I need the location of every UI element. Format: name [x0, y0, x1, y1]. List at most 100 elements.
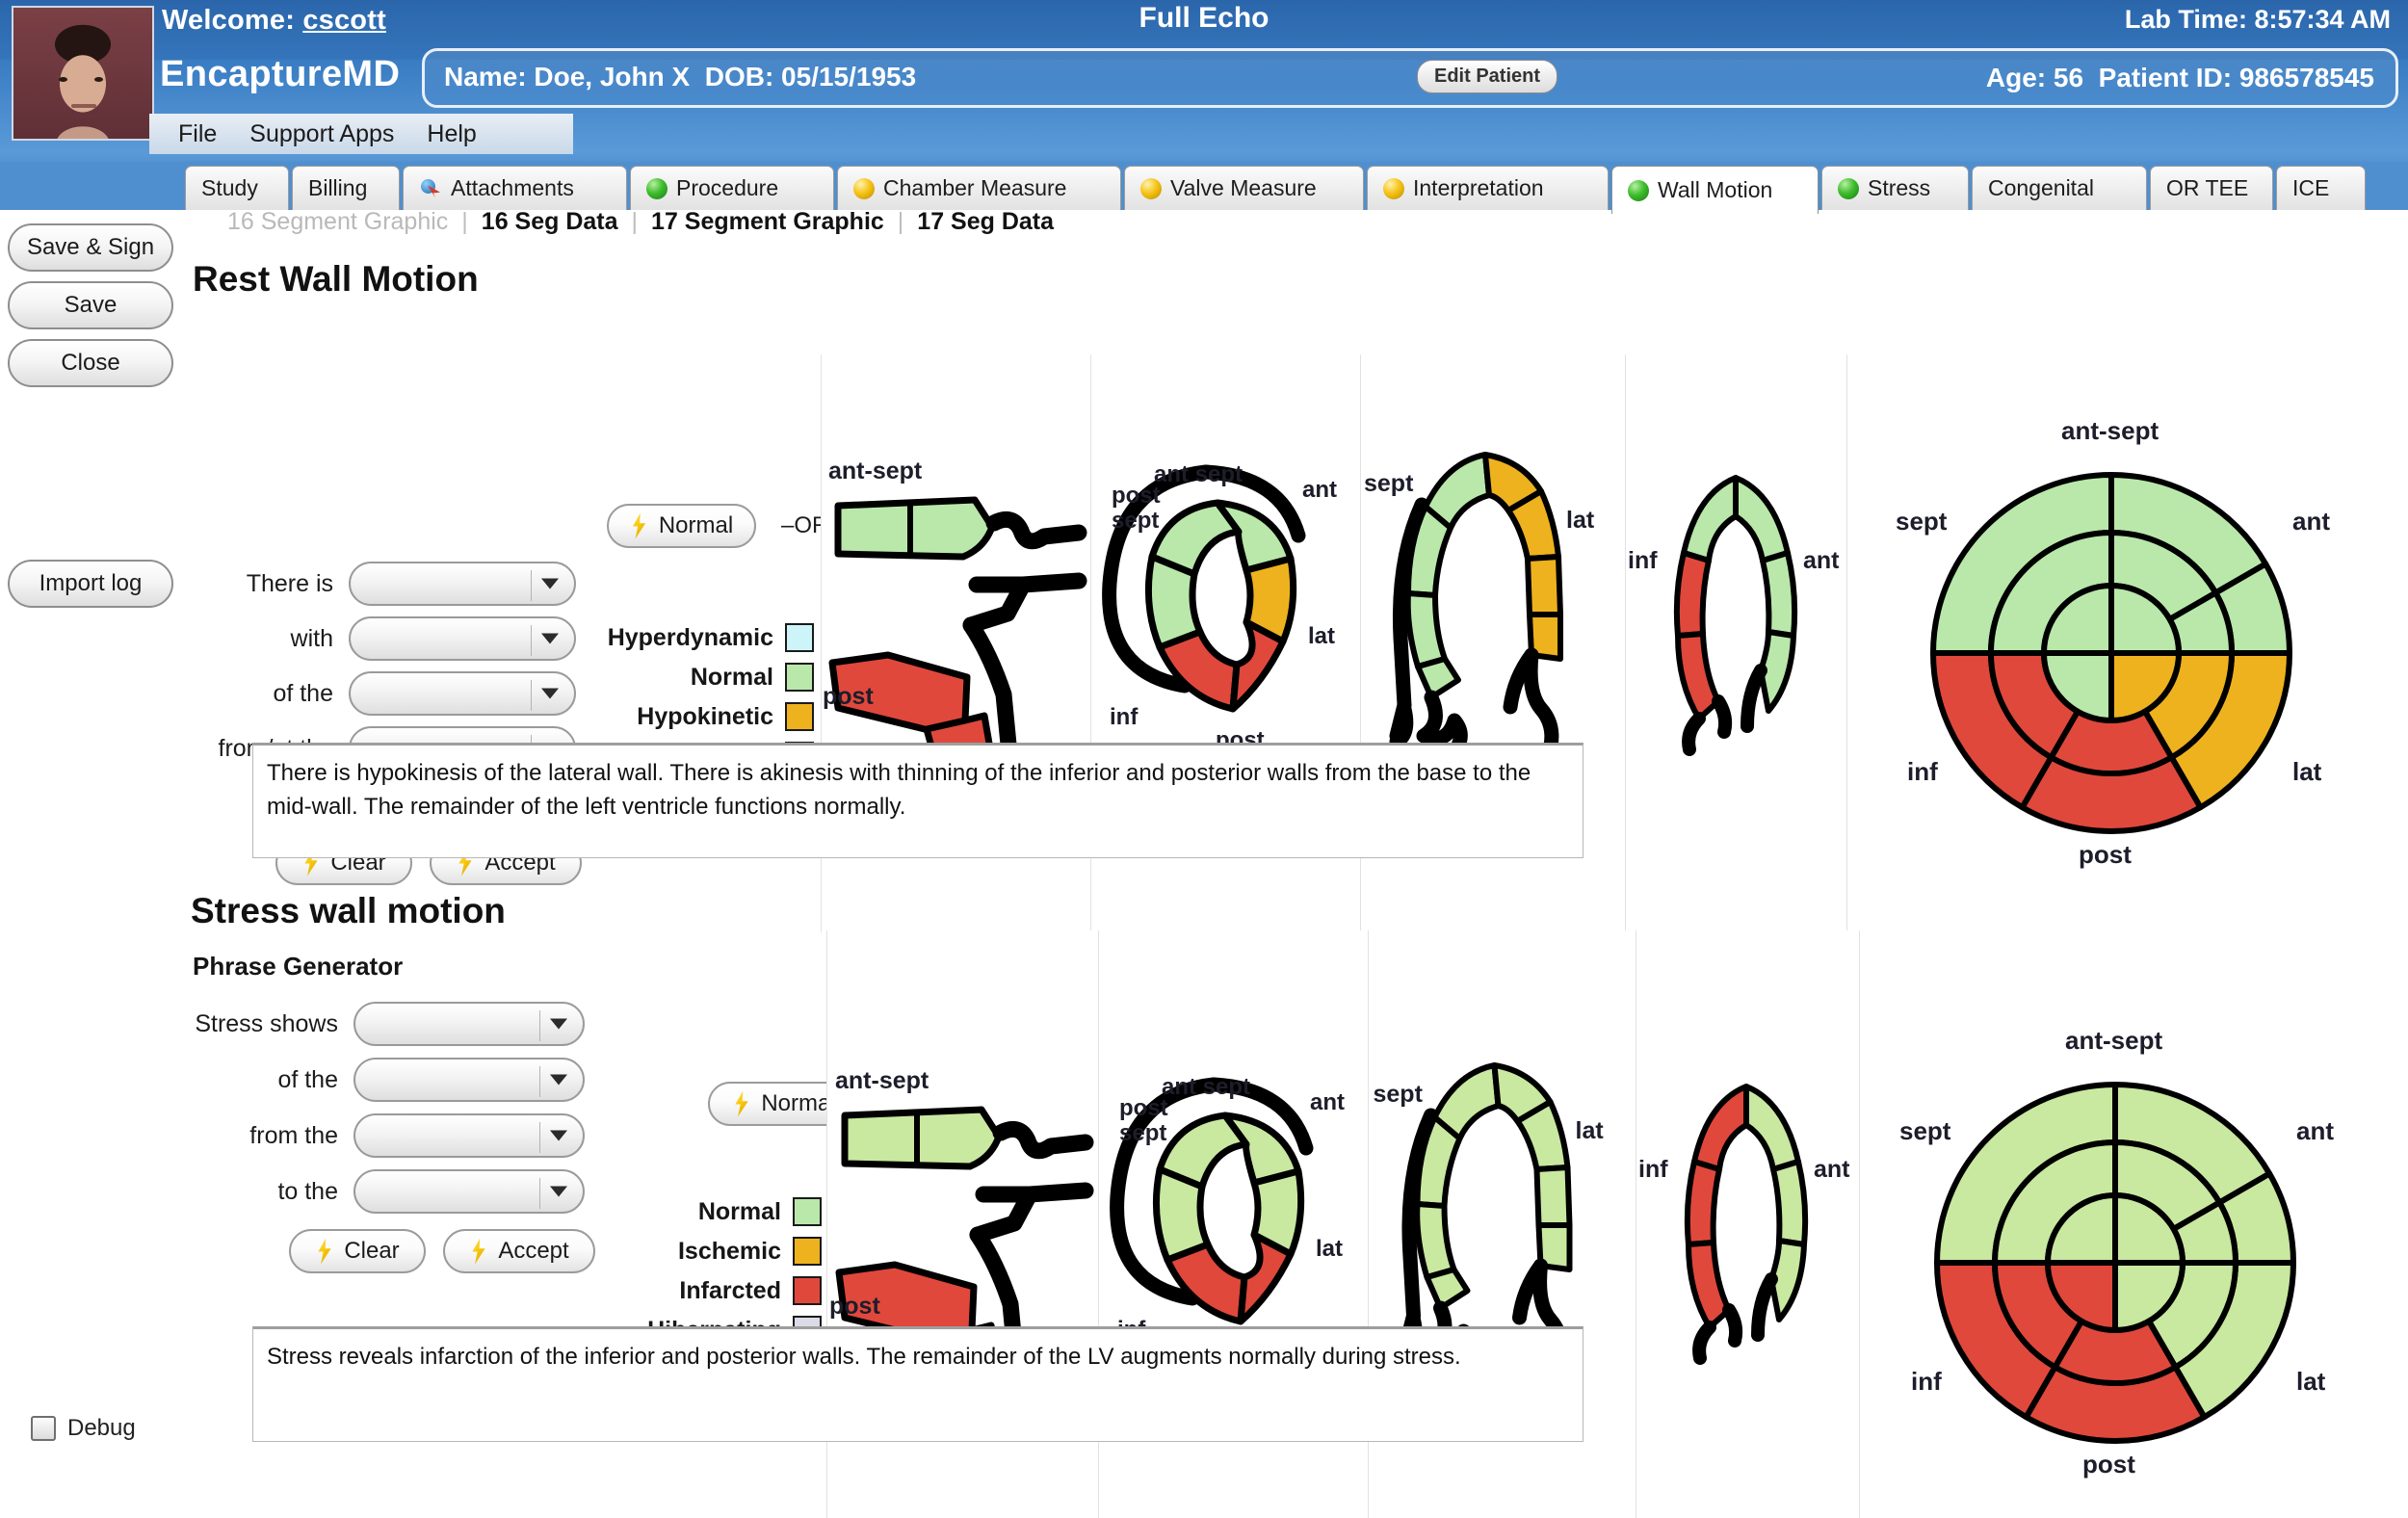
legend-item-hypokinetic: Hypokinetic [578, 700, 814, 733]
lab-time-label: Lab Time: 8:57:34 AM [2124, 5, 2391, 34]
tab-study[interactable]: Study [185, 166, 289, 210]
button-label: Clear [344, 1238, 400, 1264]
rest-of-the-select[interactable] [349, 671, 576, 716]
tab-label: Valve Measure [1170, 175, 1317, 200]
tab-chamber-measure[interactable]: Chamber Measure [837, 166, 1121, 210]
patient-name: Name: Doe, John X [444, 62, 691, 92]
stress-of-the-select[interactable] [353, 1058, 585, 1102]
tab-label: Billing [308, 175, 368, 200]
legend-swatch[interactable] [793, 1237, 822, 1266]
save-button[interactable]: Save [8, 281, 173, 329]
label-lat: lat [2296, 1367, 2326, 1396]
label-post: post [2082, 1450, 2135, 1479]
chevron-down-icon [541, 578, 559, 589]
save-and-sign-button[interactable]: Save & Sign [8, 223, 173, 272]
field-label: There is [246, 569, 333, 597]
tab-label: ICE [2292, 175, 2330, 200]
tab-congenital[interactable]: Congenital [1972, 166, 2147, 210]
tab-or-tee[interactable]: OR TEE [2150, 166, 2273, 210]
stress-to-the-select[interactable] [353, 1169, 585, 1214]
debug-checkbox-row[interactable]: Debug [31, 1415, 136, 1442]
legend-label: Normal [690, 663, 773, 691]
import-log-button[interactable]: Import log [8, 560, 173, 608]
label-post: post [823, 683, 874, 710]
rest-a4c-diagram[interactable]: sept lat [1362, 435, 1627, 782]
patient-age: Age: 56 [1985, 63, 2084, 92]
rest-narrative-textarea[interactable]: There is hypokinesis of the lateral wall… [252, 743, 1584, 858]
subtab-17-segment-graphic[interactable]: 17 Segment Graphic [638, 208, 898, 236]
lightning-icon [472, 1238, 485, 1265]
label-ant-sept: ant sept [1162, 1074, 1250, 1100]
tab-procedure[interactable]: Procedure [630, 166, 834, 210]
field-label: with [290, 624, 333, 652]
legend-item-ischemic: Ischemic [586, 1235, 822, 1268]
stress-accept-button[interactable]: Accept [443, 1229, 595, 1273]
menu-item-help[interactable]: Help [427, 120, 476, 148]
tab-valve-measure[interactable]: Valve Measure [1124, 166, 1364, 210]
subtab-16-segment-graphic[interactable]: 16 Segment Graphic [214, 208, 461, 236]
stress-from-the-select[interactable] [353, 1113, 585, 1158]
label-sept: sept [1899, 1116, 1951, 1145]
patient-age-id: Age: 56 Patient ID: 986578545 [1986, 63, 2374, 93]
legend-swatch[interactable] [785, 623, 814, 652]
tab-stress[interactable]: Stress [1821, 166, 1969, 210]
segment-view-subtabs: 16 Segment Graphic | 16 Seg Data | 17 Se… [214, 208, 1067, 236]
rest-there-is-select[interactable] [349, 562, 576, 606]
green-orb-icon [646, 177, 667, 199]
stress-section-title: Stress wall motion [191, 891, 506, 930]
stress-form-row-of-the: of the [188, 1058, 585, 1102]
tab-attachments[interactable]: Attachments [403, 166, 627, 210]
rest-a2c-diagram[interactable]: inf ant [1628, 453, 1849, 790]
menu-item-support-apps[interactable]: Support Apps [249, 120, 394, 148]
rest-normal-button[interactable]: Normal [607, 504, 756, 548]
label-inf: inf [1911, 1367, 1942, 1396]
legend-swatch[interactable] [793, 1197, 822, 1226]
label-lat: lat [1308, 623, 1335, 649]
menu-bar: File Support Apps Help [149, 114, 573, 154]
stress-bullseye-diagram[interactable]: ant-sept sept ant inf lat post [1894, 1022, 2337, 1484]
yellow-orb-icon [1140, 177, 1162, 199]
legend-label: Normal [697, 1197, 781, 1225]
legend-item-normal: Normal [578, 661, 814, 694]
label-sept: sept [1364, 470, 1414, 497]
stress-narrative-textarea[interactable]: Stress reveals infarction of the inferio… [252, 1326, 1584, 1442]
stress-shows-select[interactable] [353, 1002, 585, 1046]
tab-wall-motion[interactable]: Wall Motion [1611, 166, 1819, 214]
legend-swatch[interactable] [785, 702, 814, 731]
brand-logo: EncaptureMD [160, 54, 401, 94]
edit-patient-button[interactable]: Edit Patient [1417, 60, 1558, 93]
green-orb-icon [1838, 177, 1859, 199]
label-ant-sept: ant-sept [2065, 1026, 2162, 1055]
label-post: post [829, 1293, 880, 1320]
tab-label: Stress [1868, 175, 1931, 200]
chevron-down-icon [550, 1130, 567, 1141]
stress-a2c-diagram[interactable]: inf ant [1637, 1061, 1861, 1399]
label-inf: inf [1907, 757, 1938, 786]
legend-label: Infarcted [679, 1276, 781, 1304]
legend-swatch[interactable] [785, 663, 814, 692]
tab-interpretation[interactable]: Interpretation [1367, 166, 1609, 210]
tab-label: OR TEE [2166, 175, 2249, 200]
label-sept: sept [1896, 507, 1948, 536]
yellow-orb-icon [853, 177, 875, 199]
label-ant: ant [1302, 477, 1337, 503]
label-sept: sept [1112, 508, 1159, 534]
patient-info-bar: Name: Doe, John X DOB: 05/15/1953 Edit P… [422, 48, 2398, 108]
debug-checkbox[interactable] [31, 1416, 56, 1441]
subtab-16-seg-data[interactable]: 16 Seg Data [468, 208, 632, 236]
legend-label: Hypokinetic [637, 702, 773, 730]
label-ant: ant [1803, 547, 1840, 574]
tab-ice[interactable]: ICE [2276, 166, 2366, 210]
rest-with-select[interactable] [349, 616, 576, 661]
chevron-down-icon [550, 1074, 567, 1086]
legend-swatch[interactable] [793, 1276, 822, 1305]
stress-clear-button[interactable]: Clear [289, 1229, 426, 1273]
pin-icon [419, 178, 442, 199]
page-title: Full Echo [1139, 2, 1269, 34]
subtab-17-seg-data[interactable]: 17 Seg Data [903, 208, 1067, 236]
menu-item-file[interactable]: File [178, 120, 217, 148]
rest-bullseye-diagram[interactable]: ant-sept sept ant inf lat post [1890, 412, 2333, 875]
tab-billing[interactable]: Billing [292, 166, 400, 210]
close-button[interactable]: Close [8, 339, 173, 387]
label-ant-sept: ant sept [1154, 461, 1243, 487]
